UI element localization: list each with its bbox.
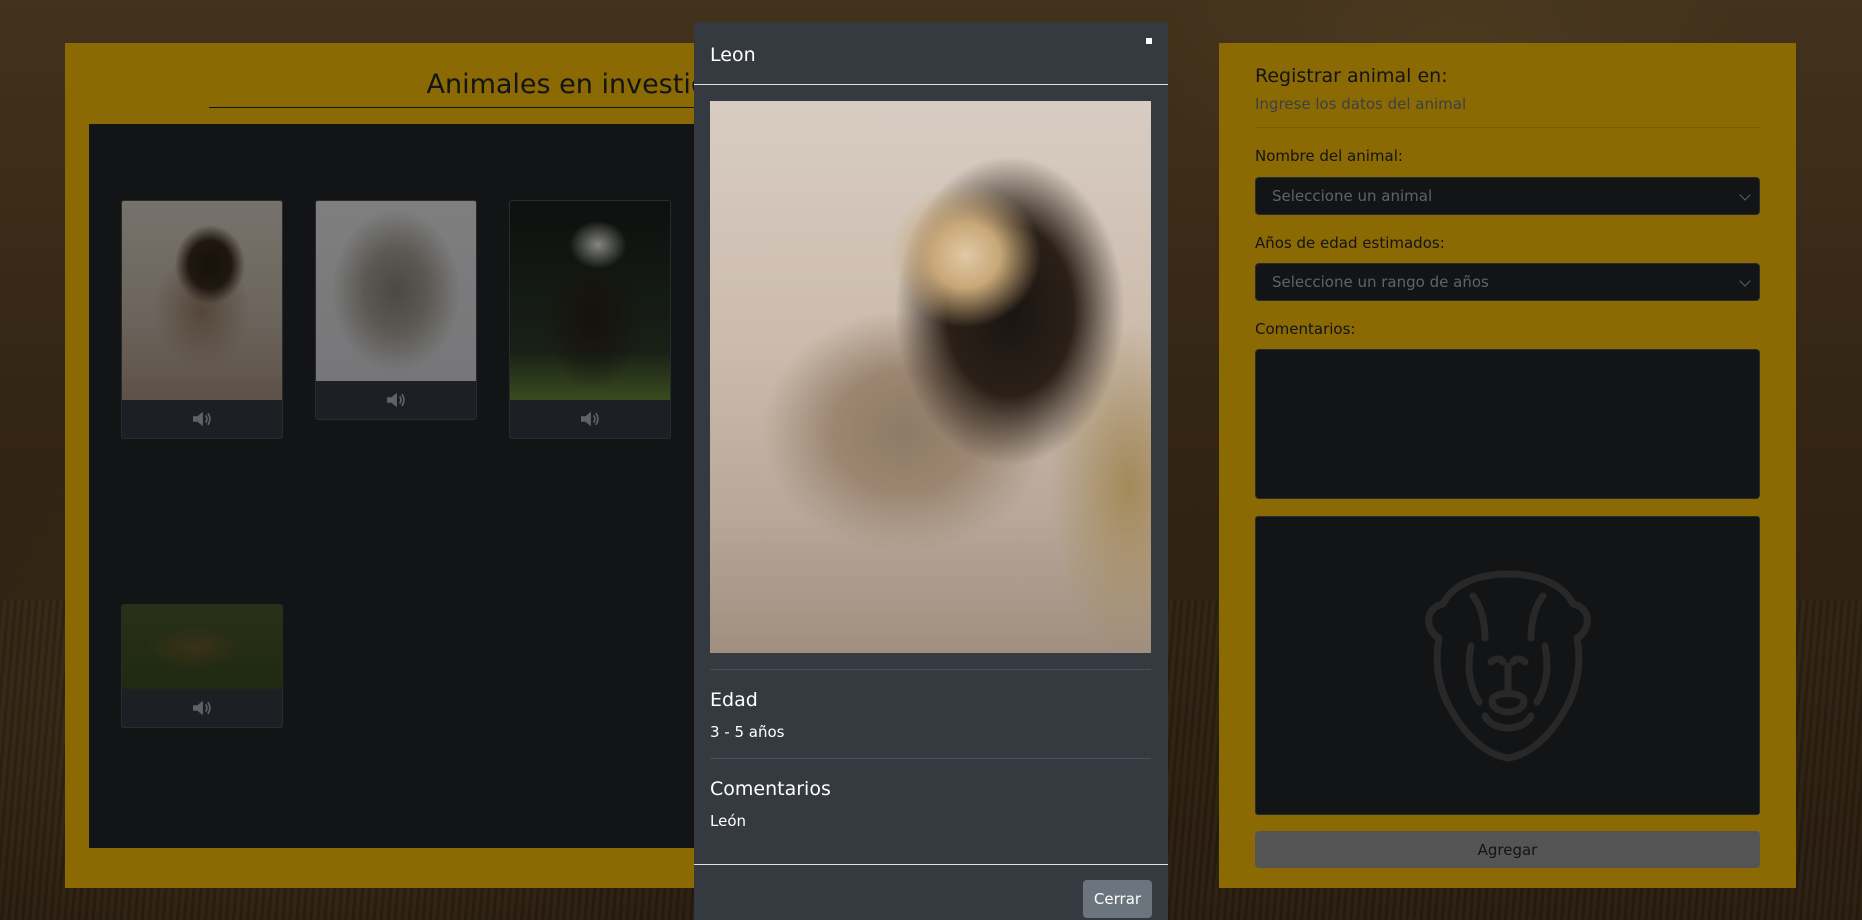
modal-footer-divider — [694, 864, 1168, 865]
modal-header: Leon — [694, 22, 1168, 85]
modal-title: Leon — [710, 44, 756, 66]
animal-detail-modal: Leon Edad 3 - 5 años Comentarios León Ce… — [694, 22, 1168, 920]
comments-value: León — [710, 812, 747, 830]
lion-detail-image — [710, 101, 1151, 653]
close-button[interactable]: Cerrar — [1083, 880, 1152, 918]
comments-heading: Comentarios — [710, 778, 831, 800]
close-icon[interactable] — [1146, 38, 1152, 44]
age-value: 3 - 5 años — [710, 723, 785, 741]
age-heading: Edad — [710, 689, 758, 711]
modal-separator — [710, 669, 1151, 670]
modal-separator — [710, 758, 1151, 759]
